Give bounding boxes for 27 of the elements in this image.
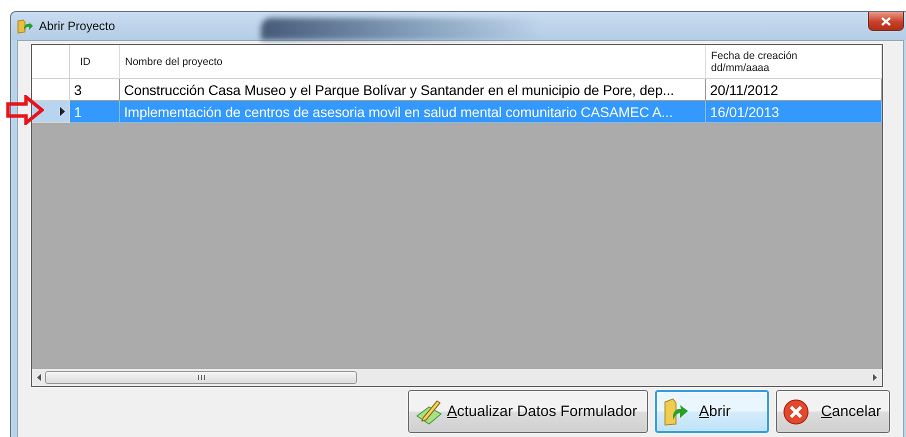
pointer-arrow-icon [6, 95, 44, 125]
current-row-icon [60, 107, 65, 116]
close-button[interactable] [868, 12, 904, 31]
close-icon [881, 16, 891, 26]
pencil-notebook-icon [415, 398, 443, 426]
table-cell: 3 [70, 79, 120, 101]
horizontal-scrollbar[interactable] [32, 369, 882, 386]
row-header-cell[interactable] [32, 79, 70, 101]
table-cell: 20/11/2012 [706, 79, 882, 101]
window-title: Abrir Proyecto [39, 19, 116, 33]
column-header[interactable]: Nombre del proyecto [120, 45, 706, 78]
scroll-right-icon [873, 374, 877, 381]
cancel-icon [783, 398, 809, 424]
scroll-thumb[interactable] [45, 371, 357, 384]
open-button[interactable]: Abrir [655, 390, 769, 433]
folder-arrow-icon [17, 18, 33, 34]
scroll-left-icon [37, 374, 41, 381]
folder-arrow-icon [663, 398, 689, 426]
table-cell: 16/01/2013 [706, 101, 882, 123]
grip-icon [198, 375, 204, 380]
table-cell: 1 [70, 101, 120, 123]
column-header[interactable]: Fecha de creación dd/mm/aaaa [706, 45, 882, 78]
table-cell: Construcción Casa Museo y el Parque Bolívar y Santander en el municipio de Pore, dep... [120, 79, 706, 101]
update-button[interactable]: Actualizar Datos Formulador [408, 390, 648, 433]
cancel-button[interactable]: Cancelar [776, 390, 890, 433]
column-header[interactable]: ID [70, 45, 120, 78]
table-cell: Implementación de centros de asesoria movil en salud mental comunitario CASAMEC A... [120, 101, 706, 123]
